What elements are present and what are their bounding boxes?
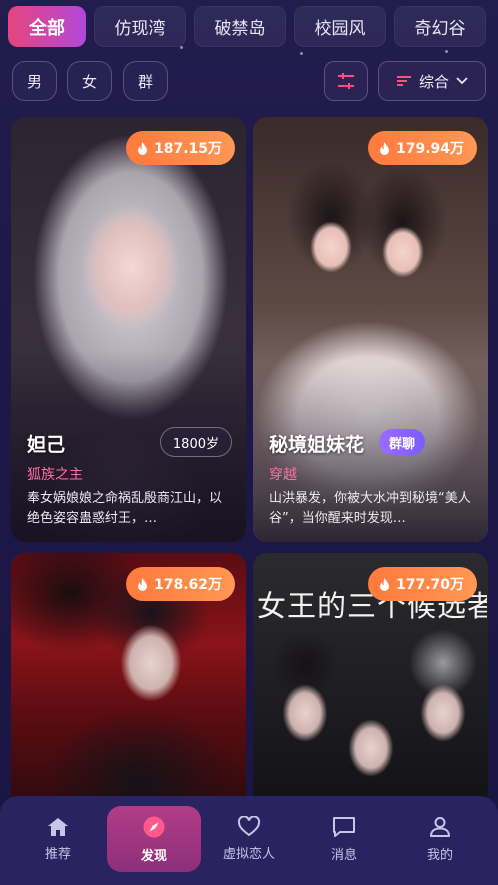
nav-profile[interactable]: 我的: [393, 806, 487, 872]
tab-all[interactable]: 全部: [8, 6, 86, 47]
sort-lines-icon: [396, 76, 411, 86]
character-name: 妲己: [27, 434, 66, 456]
filter-row: 男 女 群 综合: [12, 61, 486, 103]
sort-label: 综合: [418, 72, 449, 91]
nav-discover[interactable]: 发现: [107, 806, 201, 872]
category-tabs: 全部 仿现湾 破禁岛 校园风 奇幻谷: [8, 6, 498, 48]
flame-icon: [137, 141, 147, 155]
nav-messages[interactable]: 消息: [297, 806, 391, 872]
heat-badge: 187.15万: [125, 131, 235, 165]
filter-settings-button[interactable]: [324, 61, 368, 101]
tab-modern-bay[interactable]: 仿现湾: [94, 6, 186, 47]
filter-male[interactable]: 男: [12, 61, 57, 101]
character-card[interactable]: 179.94万 秘境姐妹花 群聊 穿越 山洪暴发，你被大水冲到秘境“美人谷”，当…: [253, 117, 488, 542]
bottom-navigation: 推荐 发现 虚拟恋人 消息 我的: [0, 796, 498, 885]
heat-badge: 179.94万: [367, 131, 477, 165]
filter-group[interactable]: 群: [123, 61, 168, 101]
home-icon: [48, 817, 68, 836]
sort-dropdown[interactable]: 综合: [378, 61, 486, 101]
flame-icon: [137, 577, 147, 591]
character-card[interactable]: 女王的三个候选者 177.70万: [253, 553, 488, 813]
character-description: 山洪暴发，你被大水冲到秘境“美人谷”，当你醒来时发现…: [269, 491, 471, 526]
filter-female[interactable]: 女: [67, 61, 112, 101]
character-tag: 穿越: [269, 467, 297, 483]
heat-badge: 177.70万: [367, 567, 477, 601]
character-card[interactable]: 178.62万: [11, 553, 246, 813]
character-tag: 狐族之主: [27, 467, 83, 483]
chat-icon: [333, 816, 355, 837]
tab-forbidden-island[interactable]: 破禁岛: [194, 6, 286, 47]
sliders-icon: [338, 73, 354, 89]
sparkle-decoration: [445, 50, 448, 53]
tab-campus[interactable]: 校园风: [294, 6, 386, 47]
flame-icon: [379, 141, 389, 155]
nav-recommend[interactable]: 推荐: [11, 806, 105, 872]
tab-fantasy-valley[interactable]: 奇幻谷: [394, 6, 486, 47]
nav-virtual-lover[interactable]: 虚拟恋人: [202, 806, 296, 872]
character-card[interactable]: 187.15万 妲己 1800岁 狐族之主 奉女娲娘娘之命祸乱殷商江山，以绝色姿…: [11, 117, 246, 542]
character-description: 奉女娲娘娘之命祸乱殷商江山，以绝色姿容蛊惑纣王，…: [27, 491, 223, 526]
group-chat-badge: 群聊: [379, 429, 426, 455]
character-name: 秘境姐妹花: [269, 434, 365, 456]
chevron-down-icon: [456, 77, 468, 85]
user-icon: [430, 816, 450, 837]
flame-icon: [379, 577, 389, 591]
heat-badge: 178.62万: [125, 567, 235, 601]
sparkle-decoration: [300, 52, 303, 55]
age-badge: 1800岁: [159, 427, 232, 457]
compass-icon: [143, 816, 165, 837]
heart-icon: [237, 816, 261, 837]
